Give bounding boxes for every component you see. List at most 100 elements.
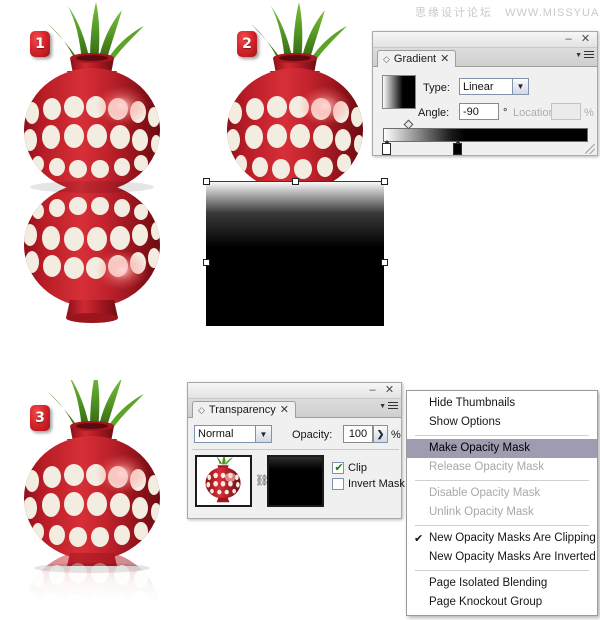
menu-item-unlink-opacity-mask: Unlink Opacity Mask: [407, 503, 597, 522]
screenshot-root: 思缘设计论坛 WWW.MISSYUAN.COM: [0, 0, 600, 620]
type-value: Linear: [463, 80, 494, 93]
selection-handle-top-right[interactable]: [381, 178, 388, 185]
angle-label: Angle:: [418, 107, 450, 119]
menu-item-new-masks-are-inverted[interactable]: New Opacity Masks Are Inverted: [407, 548, 597, 567]
menu-item-disable-opacity-mask-label: Disable Opacity Mask: [429, 487, 541, 499]
checkmark-icon: ✔: [414, 532, 424, 545]
angle-value: -90: [463, 105, 479, 118]
opacity-spinner-button[interactable]: ❯: [373, 425, 388, 443]
close-icon[interactable]: ✕: [579, 33, 592, 46]
watermark-chinese: 思缘设计论坛: [415, 6, 493, 19]
menu-item-page-knockout-group[interactable]: Page Knockout Group: [407, 593, 597, 612]
mask-options: Clip Invert Mask: [332, 461, 405, 494]
invert-mask-label: Invert Mask: [348, 478, 405, 490]
location-input[interactable]: [551, 103, 581, 120]
blend-mode-select[interactable]: Normal ▼: [194, 425, 272, 443]
transparency-panel: – ✕ ◇ Transparency ✕ ▼ Normal ▼ Opacity:…: [187, 382, 405, 519]
type-label: Type:: [423, 82, 450, 94]
clip-checkbox-row[interactable]: Clip: [332, 461, 405, 474]
menu-separator-1: [415, 435, 589, 436]
selection-handle-top-center[interactable]: [292, 178, 299, 185]
link-icon[interactable]: ⛓: [255, 474, 269, 487]
clip-checkbox[interactable]: [332, 461, 345, 474]
menu-item-hide-thumbnails[interactable]: Hide Thumbnails: [407, 394, 597, 413]
gradient-slider[interactable]: [373, 119, 599, 155]
menu-item-release-opacity-mask: Release Opacity Mask: [407, 458, 597, 477]
opacity-label: Opacity:: [292, 429, 333, 441]
selection-handle-middle-left[interactable]: [203, 259, 210, 266]
tab-transparency[interactable]: ◇ Transparency ✕: [192, 401, 296, 418]
selection-handle-middle-right[interactable]: [381, 259, 388, 266]
gradient-panel-body: Type: Linear ▼ Angle: -90 ° Location: %: [373, 67, 597, 155]
opacity-spinner-arrow: ❯: [376, 428, 385, 439]
invert-mask-checkbox-row[interactable]: Invert Mask: [332, 478, 405, 490]
tab-close-icon[interactable]: ✕: [440, 51, 449, 67]
menu-item-new-masks-are-clipping[interactable]: ✔ New Opacity Masks Are Clipping: [407, 529, 597, 548]
opacity-mask-thumbnail[interactable]: [267, 455, 324, 507]
menu-item-page-knockout-group-label: Page Knockout Group: [429, 596, 543, 608]
menu-item-new-masks-are-clipping-label: New Opacity Masks Are Clipping: [429, 532, 596, 544]
transparency-panel-menu-icon[interactable]: ▼: [379, 402, 398, 411]
menu-item-page-isolated-blending[interactable]: Page Isolated Blending: [407, 574, 597, 593]
percent-symbol-transparency: %: [391, 429, 401, 441]
degree-symbol: °: [503, 107, 508, 119]
step-badge-2-label: 2: [242, 36, 252, 52]
flyout-triangle-icon: ▼: [575, 52, 582, 59]
vase-highlight-lower: [96, 250, 148, 290]
gradient-stop-black[interactable]: [453, 140, 462, 155]
type-select[interactable]: Linear ▼: [459, 78, 529, 95]
opacity-value: 100: [348, 428, 368, 440]
tab-transparency-label: Transparency: [208, 404, 276, 416]
menu-item-hide-thumbnails-label: Hide Thumbnails: [429, 397, 516, 409]
blend-mode-value: Normal: [198, 428, 234, 440]
menu-item-unlink-opacity-mask-label: Unlink Opacity Mask: [429, 506, 534, 518]
selection-handle-top-left[interactable]: [203, 178, 210, 185]
flyout-triangle-icon-transparency: ▼: [379, 403, 386, 410]
menu-separator-4: [415, 570, 589, 571]
tab-gradient-label: Gradient: [393, 53, 437, 65]
gradient-panel-titlebar: – ✕: [373, 32, 597, 48]
menu-item-show-options[interactable]: Show Options: [407, 413, 597, 432]
transparency-flyout-menu[interactable]: Hide Thumbnails Show Options Make Opacit…: [406, 390, 598, 616]
step-badge-1: 1: [30, 31, 50, 57]
flyout-bars-icon: [584, 51, 594, 60]
minimize-icon[interactable]: –: [562, 33, 575, 46]
opacity-input[interactable]: 100: [343, 425, 373, 443]
vase-highlight-upper: [96, 86, 148, 126]
angle-input[interactable]: -90: [459, 103, 499, 120]
gradient-preview-swatch[interactable]: [382, 75, 416, 109]
step-three-vase-with-faded-reflection: 3: [10, 370, 190, 620]
minimize-icon-transparency[interactable]: –: [366, 384, 379, 397]
gradient-stop-white[interactable]: [382, 140, 391, 155]
gradient-ramp[interactable]: [383, 128, 588, 142]
step-badge-1-label: 1: [35, 36, 45, 52]
tab-gradient[interactable]: ◇ Gradient ✕: [377, 50, 457, 67]
gradient-panel-tabstrip: ◇ Gradient ✕ ▼: [373, 48, 597, 67]
menu-item-make-opacity-mask-label: Make Opacity Mask: [429, 442, 530, 454]
flyout-bars-icon-transparency: [388, 402, 398, 411]
gradient-rectangle-step2[interactable]: [206, 181, 384, 326]
menu-item-release-opacity-mask-label: Release Opacity Mask: [429, 461, 545, 473]
reflection-fade-overlay: [10, 566, 190, 620]
menu-item-make-opacity-mask[interactable]: Make Opacity Mask: [407, 439, 597, 458]
resize-grip-icon[interactable]: [585, 144, 595, 154]
gradient-panel-menu-icon[interactable]: ▼: [575, 51, 594, 60]
invert-mask-checkbox[interactable]: [332, 478, 344, 490]
artwork-thumbnail[interactable]: [195, 455, 252, 507]
tab-close-icon-transparency[interactable]: ✕: [280, 402, 289, 418]
plant-leaves: [48, 2, 144, 62]
menu-item-new-masks-are-inverted-label: New Opacity Masks Are Inverted: [429, 551, 596, 563]
chevron-down-icon[interactable]: ▼: [512, 78, 529, 95]
chevron-down-icon-blend[interactable]: ▼: [255, 425, 272, 443]
artwork-thumbnail-image: [205, 455, 241, 503]
plant-leaves: [251, 2, 347, 62]
vase-illustration-step2: [227, 2, 363, 196]
menu-separator-3: [415, 525, 589, 526]
menu-item-disable-opacity-mask: Disable Opacity Mask: [407, 484, 597, 503]
watermark-url: WWW.MISSYUAN.COM: [505, 7, 600, 19]
close-icon-transparency[interactable]: ✕: [383, 384, 396, 397]
gradient-panel: – ✕ ◇ Gradient ✕ ▼ Type: Linear ▼ Angle:…: [372, 31, 598, 156]
step-badge-2: 2: [237, 31, 257, 57]
panel-divider: [192, 449, 399, 450]
step-one-vase-with-mirrored-copy: 1: [10, 0, 190, 340]
